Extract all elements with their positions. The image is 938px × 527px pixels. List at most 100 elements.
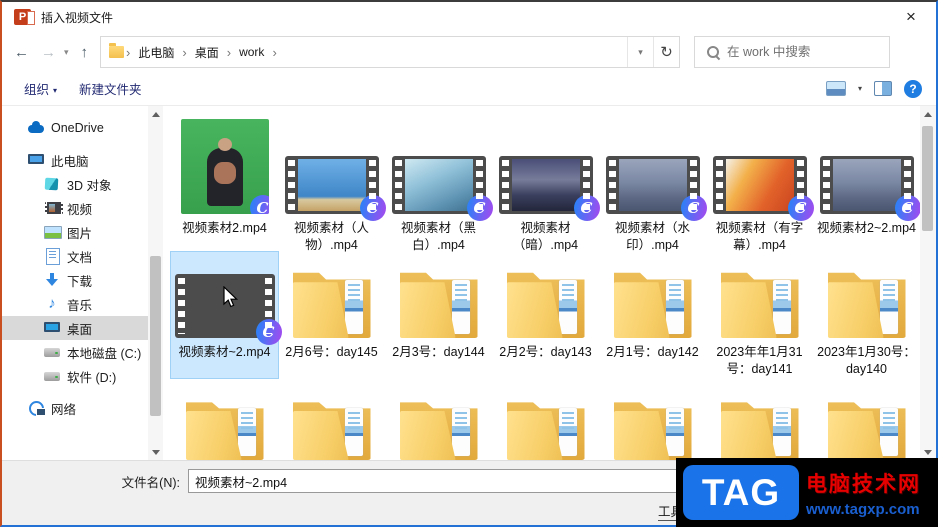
sidebar-item-label: 视频 [67,202,93,217]
folder-icon [399,270,478,338]
scroll-up-icon[interactable] [148,106,163,122]
thumbnail-view-icon[interactable] [825,81,846,96]
folder-item[interactable] [385,396,492,460]
refresh-icon[interactable]: ↻ [653,37,679,67]
address-dropdown-icon[interactable]: ▾ [627,37,653,67]
sidebar-item-this-pc[interactable]: 此电脑 [2,148,148,172]
sidebar-item-local-disk-c[interactable]: 本地磁盘 (C:) [2,340,148,364]
sidebar-item-desktop[interactable]: 桌面 [2,316,148,340]
scroll-down-icon[interactable] [148,444,163,460]
breadcrumb: › 此电脑 › 桌面 › work › [124,44,279,61]
folder-item[interactable] [492,396,599,460]
file-label: 视频素材（暗）.mp4 [512,221,579,252]
file-item[interactable]: C 视频素材（暗）.mp4 [492,114,600,254]
file-item[interactable]: C 视频素材~2.mp4 [170,251,282,379]
sidebar-item-label: 网络 [51,402,77,417]
video-thumbnail [832,159,901,211]
person-silhouette [206,148,243,206]
view-dropdown-icon[interactable]: ▾ [858,84,862,93]
up-icon[interactable]: ↑ [81,44,89,61]
video-thumbnail [404,159,473,211]
folder-item[interactable]: 2月3号：day144 [385,252,492,378]
file-label: 视频素材（水印）.mp4 [614,221,690,252]
folder-icon [613,270,692,338]
breadcrumb-item[interactable]: 此电脑 [132,44,180,61]
file-item[interactable]: C 视频素材（水印）.mp4 [599,114,707,254]
filmstrip-icon: C [819,156,920,221]
back-icon[interactable]: ← [14,44,29,61]
scrollbar-thumb[interactable] [150,256,161,416]
sidebar-item-documents[interactable]: 文档 [2,244,148,268]
filelist-scrollbar[interactable] [920,106,936,460]
folder-item[interactable] [171,396,278,460]
folder-item[interactable] [278,396,385,460]
search-input[interactable] [727,45,868,59]
filmstrip-icon: C [498,156,600,221]
network-icon [28,400,46,416]
main-area: OneDrive 此电脑 3D 对象视频图片 文档 下载 ♪ 音乐桌面本地磁盘 (C:) 软件… [2,106,936,460]
file-list: C 视频素材2.mp4 C 视频素材（人物）.mp4 C 视频素材（黑白）.mp4 C 视频素… [165,106,920,460]
scrollbar-thumb[interactable] [922,126,933,231]
folder-item[interactable] [599,396,706,460]
file-label: 视频素材2~2.mp4 [817,221,916,235]
folder-item[interactable] [813,396,920,460]
folder-item[interactable]: 2023年年1月31号：day141 [706,252,813,378]
file-item[interactable]: C 视频素材（有字幕）.mp4 [706,114,814,254]
location-folder-icon [109,43,125,58]
powerpoint-icon: P [14,9,35,25]
filename-input[interactable] [188,469,678,493]
folder-item[interactable]: 2月1号：day142 [599,252,706,378]
recent-locations-icon[interactable]: ▾ [64,47,69,58]
sidebar-item-music[interactable]: ♪ 音乐 [2,292,148,316]
file-item[interactable]: C 视频素材（黑白）.mp4 [385,114,493,254]
file-label: 2月2号：day143 [499,345,592,359]
navigation-pane: OneDrive 此电脑 3D 对象视频图片 文档 下载 ♪ 音乐桌面本地磁盘 (C:) 软件… [2,106,148,460]
sidebar-item-software-d[interactable]: 软件 (D:) [2,364,148,388]
folder-icon [613,400,692,460]
folder-icon [292,400,371,460]
folder-item[interactable]: 2月2号：day143 [492,252,599,378]
breadcrumb-item[interactable]: work [233,45,270,59]
sidebar-scrollbar[interactable] [148,106,163,460]
folder-icon [720,270,799,338]
organize-button[interactable]: 组织 ▾ [24,79,57,98]
new-folder-button[interactable]: 新建文件夹 [79,79,142,98]
scroll-up-icon[interactable] [920,106,936,122]
breadcrumb-separator-icon: › [126,44,131,60]
file-label: 视频素材（人物）.mp4 [293,221,369,252]
close-icon[interactable]: × [900,6,922,28]
preview-pane-icon[interactable] [874,81,892,96]
file-label: 视频素材~2.mp4 [178,345,271,359]
mouse-cursor-icon [223,286,239,308]
folder-item[interactable]: 2月6号：day145 [278,252,385,378]
folder-icon [292,270,371,338]
dialog-footer: 文件名(N): 工具 TAG 电脑技术网 www.tagxp.com [2,458,938,527]
media-player-badge-icon: C [894,195,920,221]
sidebar-item-label: 本地磁盘 (C:) [67,346,142,361]
file-label: 2023年年1月31号：day141 [716,345,803,376]
forward-icon[interactable]: → [41,44,56,61]
search-box[interactable] [694,36,891,68]
media-player-badge-icon: C [573,195,600,221]
sidebar-item-videos[interactable]: 视频 [2,196,148,220]
sidebar-item-onedrive[interactable]: OneDrive [2,116,148,140]
sidebar-item-pictures[interactable]: 图片 [2,220,148,244]
title-bar: P 插入视频文件 × [2,2,936,32]
sidebar-item-3d-objects[interactable]: 3D 对象 [2,172,148,196]
file-item[interactable]: C 视频素材2.mp4 [171,114,278,254]
file-item[interactable]: C 视频素材2~2.mp4 [813,114,920,254]
chevron-down-icon: ▾ [53,86,58,95]
folder-item[interactable] [706,396,813,460]
breadcrumb-separator-icon: › [272,44,277,60]
video-thumbnail [297,159,366,211]
sidebar-item-downloads[interactable]: 下载 [2,268,148,292]
address-bar[interactable]: › 此电脑 › 桌面 › work › ▾ ↻ [100,36,681,68]
sidebar-item-label: 桌面 [67,322,93,337]
folder-item[interactable]: 2023年1月30号：day140 [813,252,920,378]
music-icon: ♪ [48,295,56,312]
breadcrumb-item[interactable]: 桌面 [189,44,225,61]
file-item[interactable]: C 视频素材（人物）.mp4 [278,114,386,254]
help-icon[interactable]: ? [904,79,922,98]
sidebar-item-label: 音乐 [67,298,93,313]
sidebar-item-network[interactable]: 网络 [2,396,148,420]
